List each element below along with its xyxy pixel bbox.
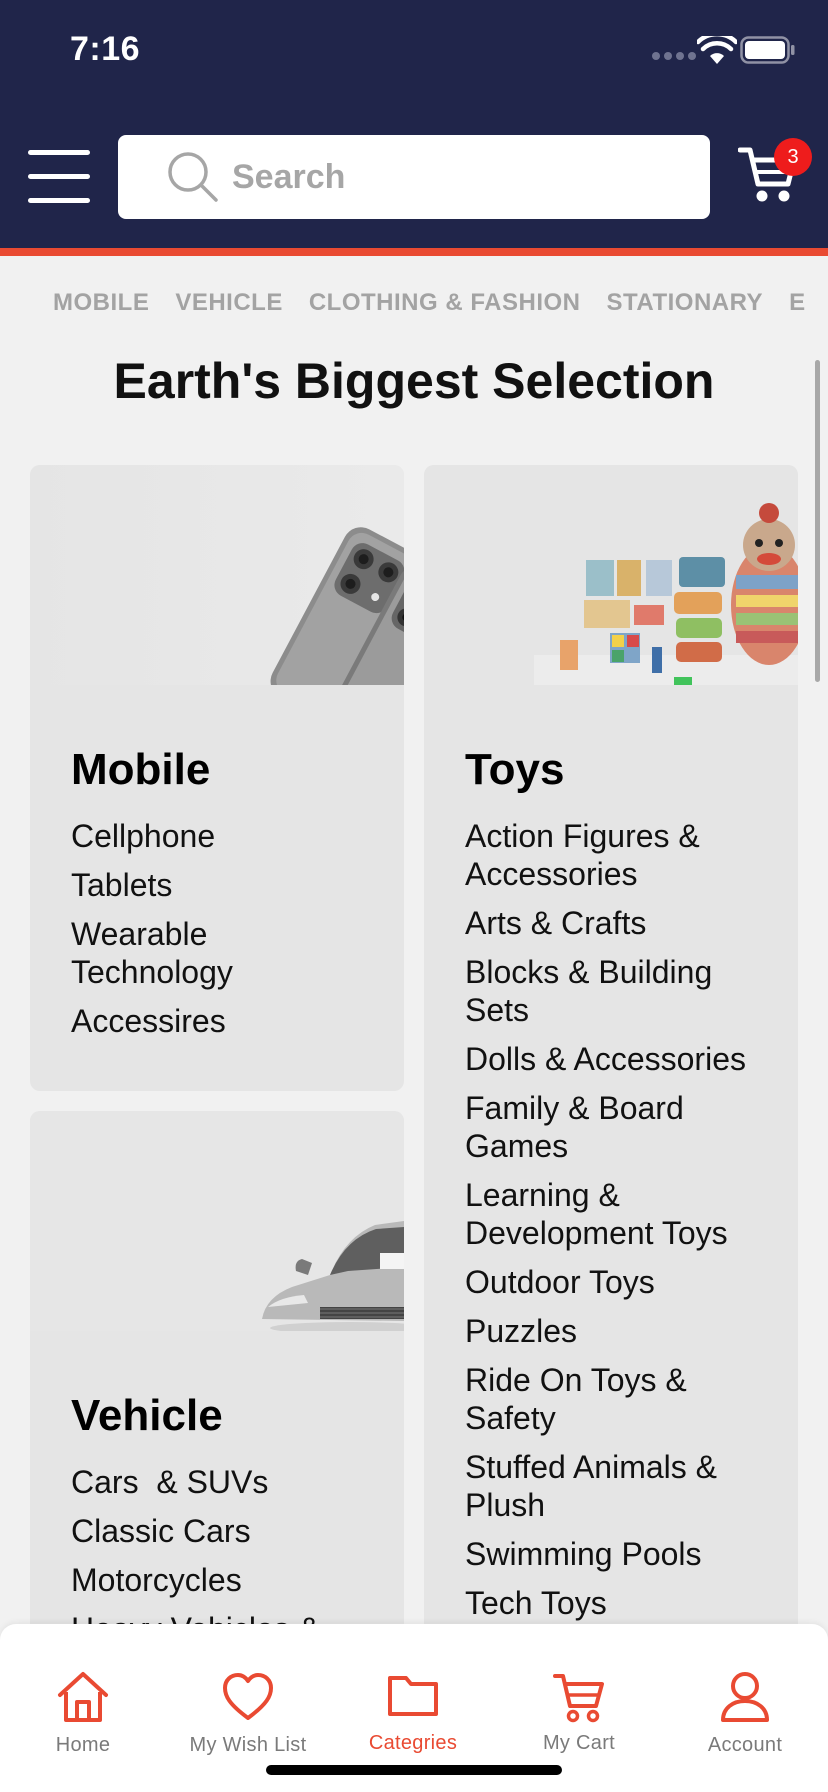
nav-label-home: Home <box>55 1734 111 1756</box>
cart-icon <box>553 1674 604 1723</box>
category-card-mobile[interactable]: Mobile Cellphone Tablets Wearable Techno… <box>30 465 404 1091</box>
link-dolls-accessories[interactable]: Dolls & Accessories <box>465 1040 768 1078</box>
card-title-toys: Toys <box>465 745 565 794</box>
link-puzzles[interactable]: Puzzles <box>465 1312 768 1350</box>
tab-stationary[interactable]: STATIONARY <box>607 256 764 350</box>
category-tabs: MOBILE VEHICLE CLOTHING & FASHION STATIONAR… <box>0 256 828 350</box>
tab-next-partial[interactable]: E <box>789 256 806 350</box>
link-tech-toys[interactable]: Tech Toys <box>465 1584 768 1622</box>
nav-categories[interactable]: Categries <box>330 1624 496 1754</box>
link-ride-on-toys[interactable]: Ride On Toys & Safety <box>465 1361 768 1437</box>
link-learning-development-toys[interactable]: Learning & Development Toys <box>465 1176 768 1252</box>
card-title-vehicle: Vehicle <box>71 1391 223 1440</box>
search-icon <box>168 152 218 202</box>
link-wearable-technology[interactable]: Wearable Technology <box>71 915 374 991</box>
nav-label-my-cart: My Cart <box>542 1732 616 1754</box>
category-card-vehicle[interactable]: Vehicle Cars & SUVs Classic Cars Motorcy… <box>30 1111 404 1671</box>
link-family-board-games[interactable]: Family & Board Games <box>465 1089 768 1165</box>
mobile-phones-image <box>30 465 404 685</box>
user-icon <box>721 1672 769 1722</box>
category-card-toys[interactable]: Toys Action Figures & Accessories Arts &… <box>424 465 798 1645</box>
app-header: 7:16 3 <box>0 0 828 248</box>
tab-vehicle[interactable]: VEHICLE <box>175 256 283 350</box>
link-outdoor-toys[interactable]: Outdoor Toys <box>465 1263 768 1301</box>
link-blocks-building-sets[interactable]: Blocks & Building Sets <box>465 953 768 1029</box>
tab-mobile[interactable]: MOBILE <box>53 256 149 350</box>
toys-links: Action Figures & Accessories Arts & Craf… <box>465 817 768 1633</box>
nav-label-wish-list: My Wish List <box>189 1734 307 1756</box>
link-classic-cars[interactable]: Classic Cars <box>71 1512 374 1550</box>
link-accessires[interactable]: Accessires <box>71 1002 374 1040</box>
home-icon <box>58 1672 108 1722</box>
nav-label-categories: Categries <box>368 1732 458 1754</box>
page-title: Earth's Biggest Selection <box>113 353 715 409</box>
vehicle-car-image <box>30 1111 404 1331</box>
link-cellphone[interactable]: Cellphone <box>71 817 374 855</box>
wifi-icon <box>697 36 737 64</box>
mobile-links: Cellphone Tablets Wearable Technology Ac… <box>71 817 374 1051</box>
link-motorcycles[interactable]: Motorcycles <box>71 1561 374 1599</box>
link-action-figures[interactable]: Action Figures & Accessories <box>465 817 768 893</box>
cellular-signal-icon <box>652 52 696 60</box>
link-cars-suvs[interactable]: Cars & SUVs <box>71 1463 374 1501</box>
toys-image <box>424 465 798 685</box>
menu-button[interactable] <box>28 150 92 206</box>
battery-icon <box>740 36 795 64</box>
link-stuffed-animals[interactable]: Stuffed Animals & Plush <box>465 1448 768 1524</box>
status-time: 7:16 <box>70 30 141 68</box>
scroll-indicator[interactable] <box>815 360 820 682</box>
home-indicator <box>266 1765 562 1775</box>
nav-label-account: Account <box>707 1734 783 1756</box>
link-tablets[interactable]: Tablets <box>71 866 374 904</box>
link-arts-crafts[interactable]: Arts & Crafts <box>465 904 768 942</box>
nav-home[interactable]: Home <box>0 1624 166 1756</box>
header-accent-bar <box>0 248 828 256</box>
card-title-mobile: Mobile <box>71 745 211 794</box>
cart-count-badge: 3 <box>774 138 812 176</box>
tab-clothing-fashion[interactable]: CLOTHING & FASHION <box>309 256 581 350</box>
folder-icon <box>388 1676 438 1716</box>
nav-account[interactable]: Account <box>662 1624 828 1756</box>
nav-my-cart[interactable]: My Cart <box>496 1624 662 1754</box>
search-input[interactable] <box>232 151 682 203</box>
nav-wish-list[interactable]: My Wish List <box>165 1624 331 1756</box>
link-swimming-pools[interactable]: Swimming Pools <box>465 1535 768 1573</box>
search-box[interactable] <box>118 135 710 219</box>
heart-icon <box>223 1673 273 1720</box>
